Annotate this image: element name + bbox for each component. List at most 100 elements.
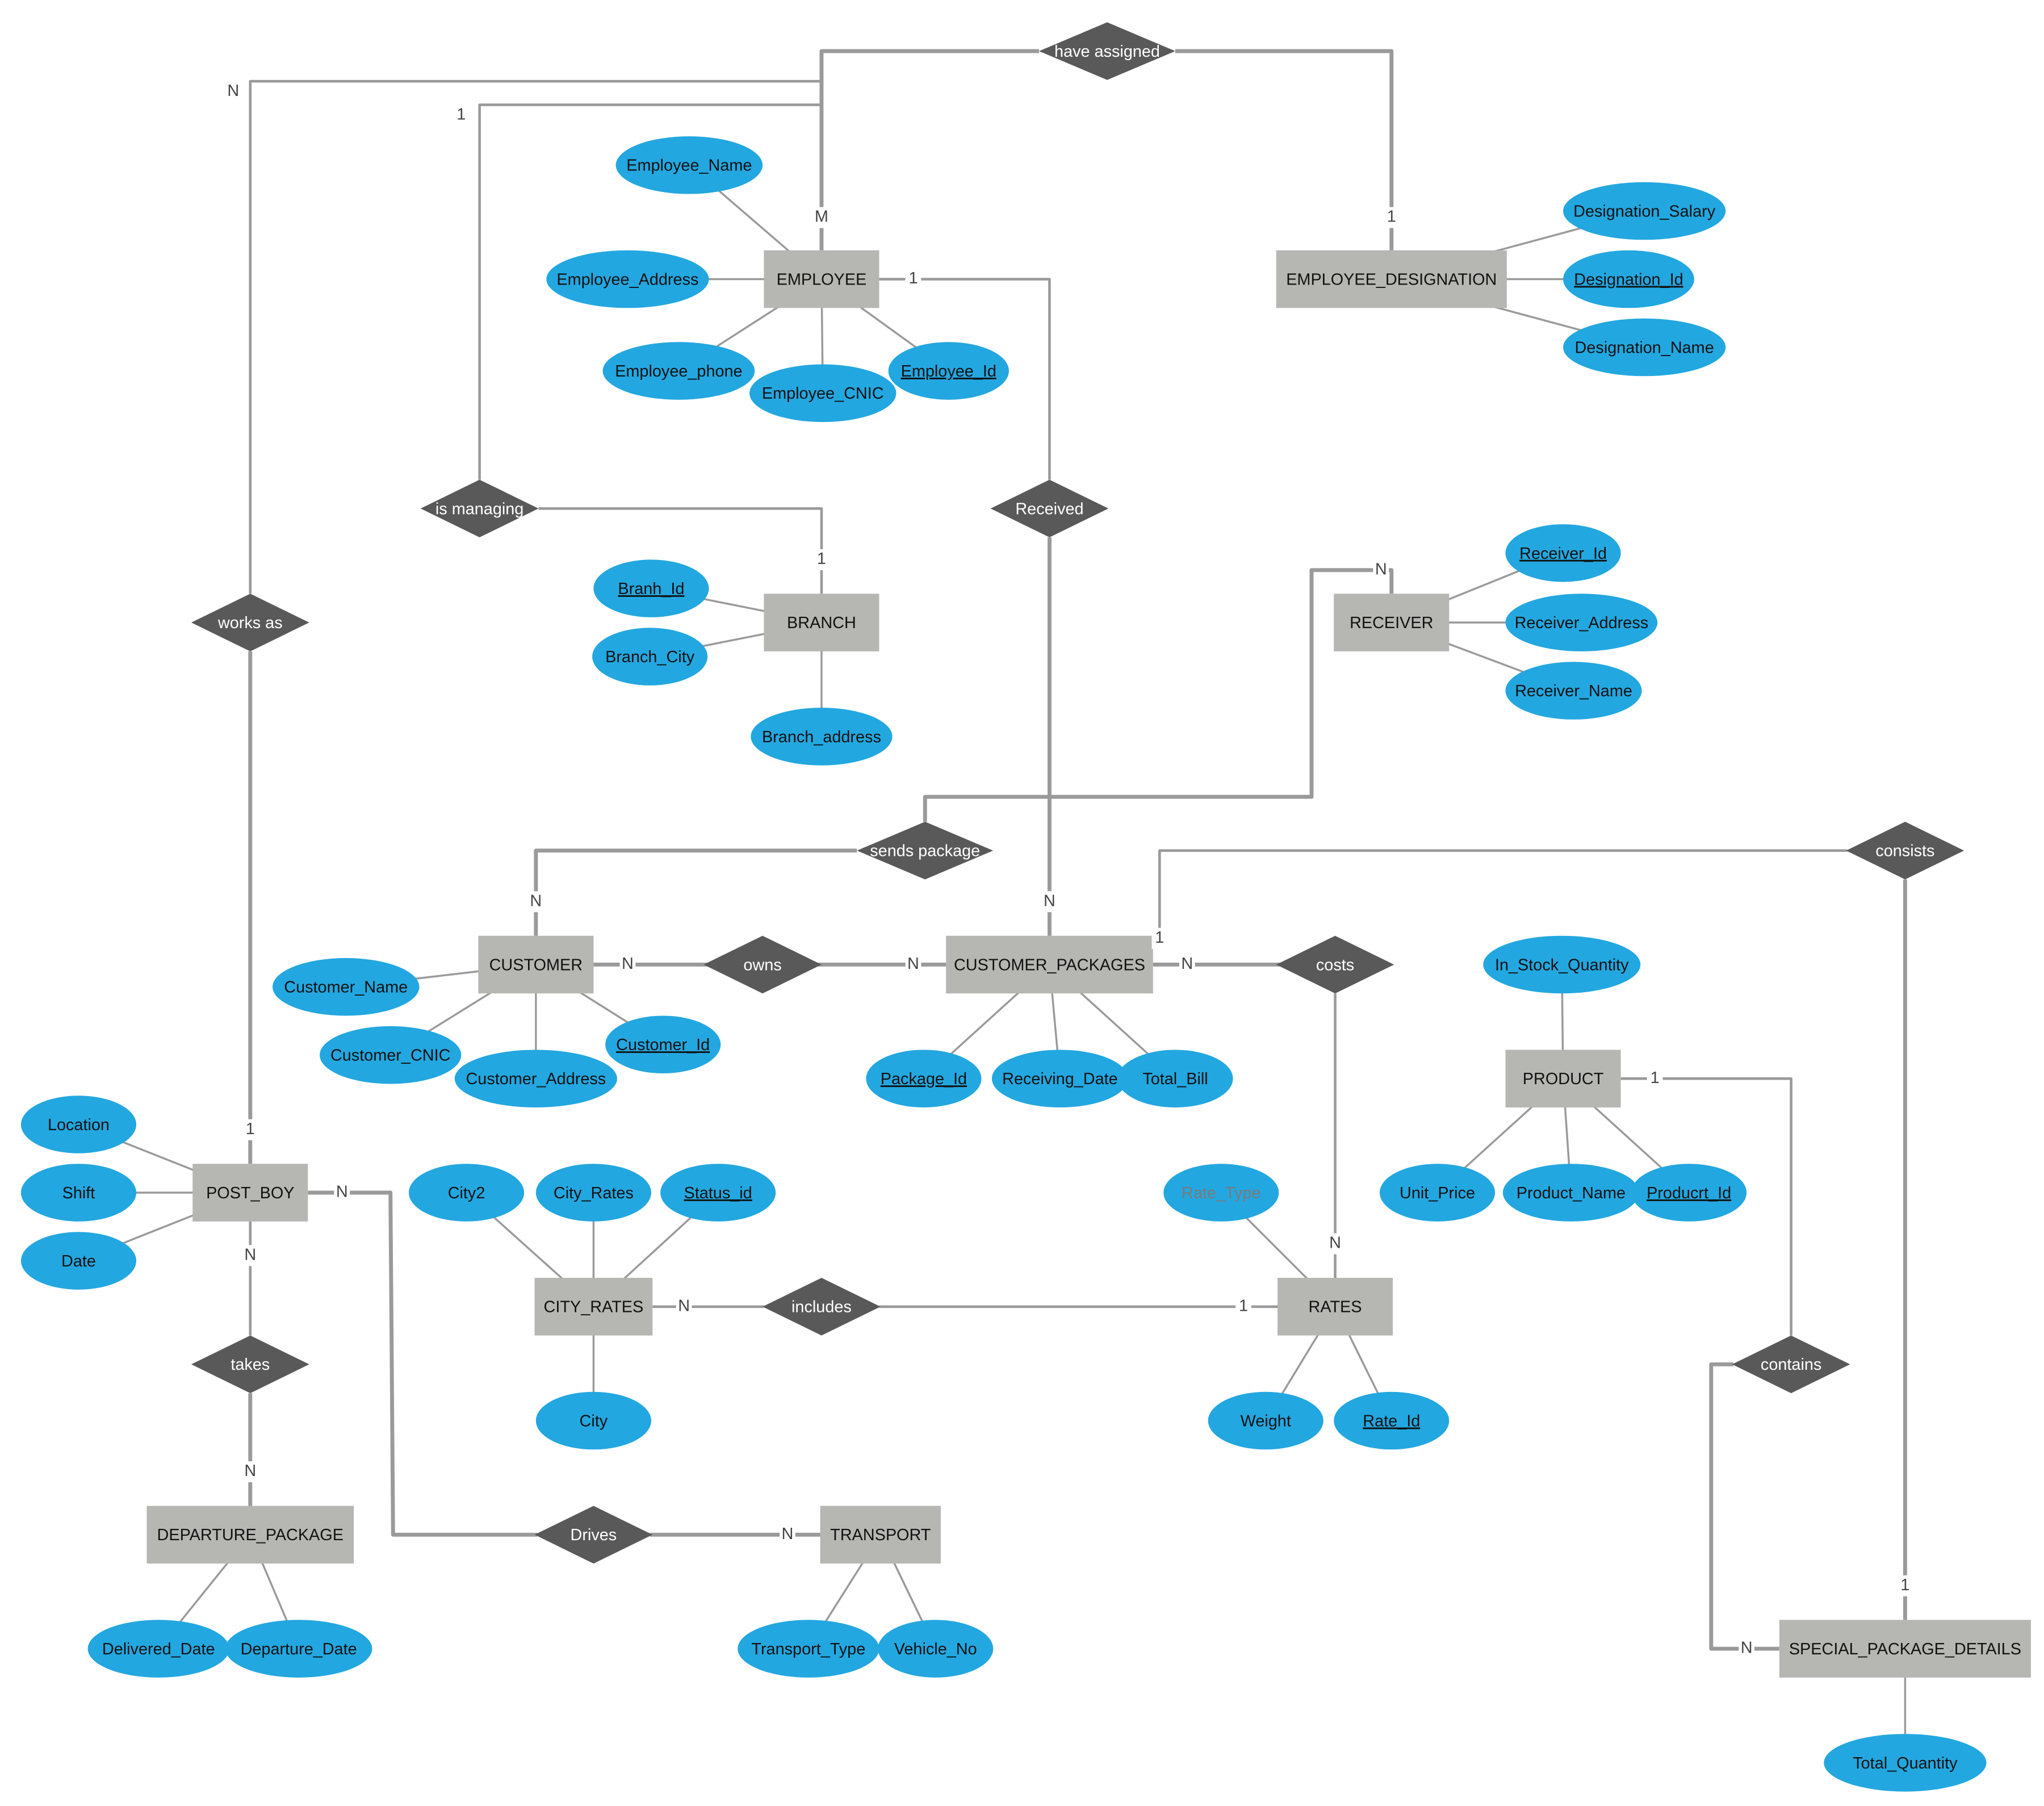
key-attribute-label: Branh_Id [618,580,684,598]
attribute-shift[interactable]: Shift [20,1164,136,1222]
entity-customer-packages[interactable]: CUSTOMER_PACKAGES [946,935,1153,994]
key-attribute-label: Package_Id [881,1070,967,1088]
attribute-rate-type[interactable]: Rate_Type [1163,1164,1279,1222]
attribute-status-id[interactable]: Status_id [660,1164,776,1222]
attribute-unit-price[interactable]: Unit_Price [1380,1164,1496,1222]
entity-receiver[interactable]: RECEIVER [1334,593,1450,651]
attribute-weight[interactable]: Weight [1208,1391,1323,1450]
entity-customer[interactable]: CUSTOMER [478,935,594,994]
attribute-label: Customer_CNIC [330,1047,450,1065]
attribute-label: Rate_Type [1182,1184,1260,1202]
attribute-employee-name[interactable]: Employee_Name [615,136,763,194]
attribute-label: Vehicle_No [894,1640,977,1658]
cardinality-label: N [1329,1234,1341,1252]
cardinality-label: N [227,82,239,100]
attribute-departure-date[interactable]: Departure_Date [225,1620,372,1678]
entity-product[interactable]: PRODUCT [1505,1050,1621,1107]
cardinality-label: 1 [1239,1297,1248,1315]
attribute-in-stock-quantity[interactable]: In_Stock_Quantity [1483,935,1641,994]
relationship-includes[interactable]: includes [763,1278,881,1336]
attribute-receiver-name[interactable]: Receiver_Name [1505,662,1642,720]
entity-special-package-details[interactable]: SPECIAL_PACKAGE_DETAILS [1779,1620,2031,1678]
attribute-package-id[interactable]: Package_Id [866,1050,982,1107]
attribute-delivered-date[interactable]: Delivered_Date [87,1620,229,1678]
entity-city-rates[interactable]: CITY_RATES [534,1278,653,1336]
attribute-transport-type[interactable]: Transport_Type [738,1620,879,1678]
relationship-works-as[interactable]: works as [191,593,309,651]
attribute-city-rates[interactable]: City_Rates [535,1164,651,1222]
attribute-customer-name[interactable]: Customer_Name [273,958,420,1016]
relationship-received[interactable]: Received [990,479,1109,538]
entity-employee[interactable]: EMPLOYEE [764,250,879,308]
attribute-label: Weight [1241,1412,1291,1430]
relationship-consists[interactable]: consists [1846,821,1965,880]
attribute-label: City [580,1412,608,1430]
attribute-employee-phone[interactable]: Employee_phone [602,342,755,400]
attribute-product-name[interactable]: Product_Name [1502,1164,1639,1222]
relationship-costs[interactable]: costs [1276,935,1394,994]
attribute-vehicle-no[interactable]: Vehicle_No [878,1620,994,1678]
attribute-branh-id[interactable]: Branh_Id [593,559,709,617]
relationship-label: owns [743,956,781,974]
attribute-total-quantity[interactable]: Total_Quantity [1824,1734,1987,1792]
cardinality-label: N [782,1525,794,1543]
attribute-rate-id[interactable]: Rate_Id [1334,1391,1450,1450]
attribute-label: Departure_Date [241,1640,357,1658]
relationship-owns[interactable]: owns [703,935,822,994]
cardinality-label: N [244,1462,256,1480]
attribute-location[interactable]: Location [20,1096,136,1153]
attribute-employee-id[interactable]: Employee_Id [888,342,1009,400]
relationship-have-assigned[interactable]: have assigned [1039,22,1175,80]
relationship-drives[interactable]: Drives [534,1506,653,1564]
attribute-receiver-address[interactable]: Receiver_Address [1505,593,1658,651]
entity-label: RATES [1309,1298,1362,1316]
attribute-total-bill[interactable]: Total_Bill [1117,1050,1233,1107]
attribute-label: Product_Name [1517,1184,1626,1202]
entity-label: PRODUCT [1523,1070,1604,1088]
relationship-connector [923,568,1394,822]
entity-rates[interactable]: RATES [1278,1278,1393,1336]
entity-transport[interactable]: TRANSPORT [820,1506,941,1564]
cardinality-label: N [1181,955,1193,973]
attribute-date[interactable]: Date [20,1232,136,1290]
relationship-label: contains [1761,1356,1821,1374]
entity-post-boy[interactable]: POST_BOY [192,1164,308,1222]
attribute-designation-id[interactable]: Designation_Id [1563,250,1694,308]
attribute-designation-salary[interactable]: Designation_Salary [1563,182,1726,240]
key-attribute-label: Designation_Id [1574,270,1683,289]
entity-departure-package[interactable]: DEPARTURE_PACKAGE [146,1506,354,1564]
attribute-label: In_Stock_Quantity [1495,956,1629,974]
attribute-receiving-date[interactable]: Receiving_Date [991,1050,1128,1107]
cardinality-label: 1 [817,550,826,568]
cardinality-label: N [1741,1639,1753,1657]
entity-label: POST_BOY [206,1184,294,1202]
relationship-sends-package[interactable]: sends package [857,821,994,880]
relationship-connector [1709,1362,1779,1651]
key-attribute-label: Status_id [684,1184,752,1202]
attribute-customer-cnic[interactable]: Customer_CNIC [320,1026,462,1084]
attribute-designation-name[interactable]: Designation_Name [1563,318,1726,377]
attribute-label: Customer_Name [284,979,408,997]
entity-employee-designation[interactable]: EMPLOYEE_DESIGNATION [1276,250,1507,308]
attribute-employee-cnic[interactable]: Employee_CNIC [749,364,897,423]
attribute-employee-address[interactable]: Employee_Address [546,250,709,308]
attribute-label: City_Rates [554,1184,634,1202]
relationship-contains[interactable]: contains [1732,1335,1850,1394]
attribute-city[interactable]: City [535,1391,651,1450]
attribute-customer-id[interactable]: Customer_Id [605,1015,721,1073]
attribute-receiver-id[interactable]: Receiver_Id [1505,524,1621,582]
attribute-label: Employee_Name [626,157,752,175]
attribute-city2[interactable]: City2 [409,1164,525,1222]
entity-branch[interactable]: BRANCH [764,593,879,651]
attribute-label: Designation_Salary [1573,202,1716,220]
relationship-takes[interactable]: takes [191,1335,309,1394]
attribute-producrt-id[interactable]: Producrt_Id [1631,1164,1747,1222]
attribute-label: Employee_CNIC [762,384,884,403]
attribute-branch-address[interactable]: Branch_address [751,708,893,766]
relationship-is-managing[interactable]: is managing [420,479,539,538]
attribute-customer-address[interactable]: Customer_Address [454,1050,617,1107]
attribute-label: Customer_Address [466,1070,606,1088]
attribute-branch-city[interactable]: Branch_City [592,628,708,685]
relationship-label: takes [231,1356,270,1374]
cardinality-label: 1 [246,1120,255,1138]
